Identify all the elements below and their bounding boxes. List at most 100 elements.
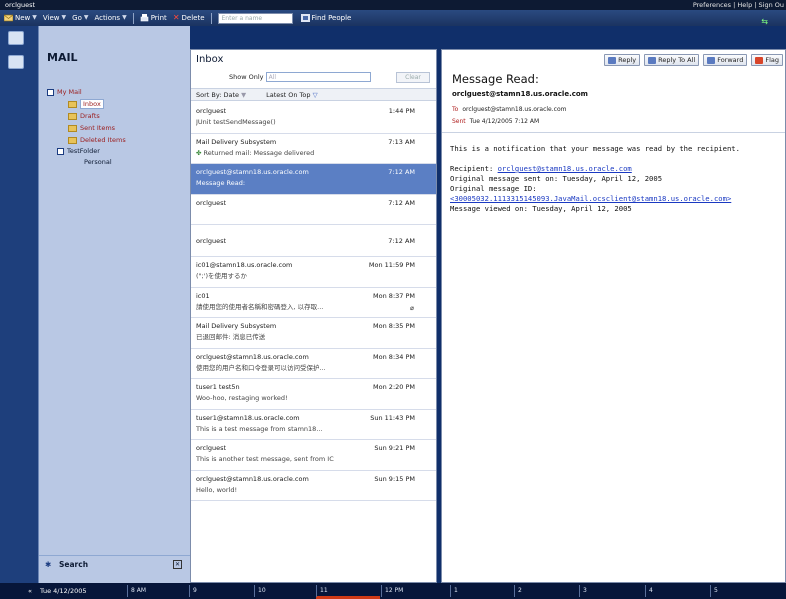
sort-label: Sort By: Date — [196, 91, 240, 99]
new-label: New — [15, 14, 31, 22]
folder-inbox-label: Inbox — [80, 99, 104, 109]
message-to-line: To orclguest@stamn18.us.oracle.com — [452, 106, 566, 113]
message-row[interactable]: Mail Delivery Subsystem Mon 8:35 PM 已退回邮件:… — [191, 318, 436, 349]
message-subject: Woo-hoo, restaging worked! — [196, 394, 288, 402]
forward-button[interactable]: Forward — [703, 54, 748, 66]
timeline-hour[interactable]: 10 — [254, 585, 315, 597]
message-row[interactable]: ic01@stamn18.us.oracle.com Mon 11:59 PM ("… — [191, 257, 436, 288]
mail-app-icon[interactable] — [8, 31, 24, 45]
message-row[interactable]: Mail Delivery Subsystem 7:13 AM ✤ Returned… — [191, 134, 436, 164]
message-subject: Message Read: — [196, 179, 246, 187]
find-people-button[interactable]: Find People — [300, 10, 352, 26]
flag-label: Flag — [765, 56, 779, 64]
flag-button[interactable]: Flag — [751, 54, 783, 66]
new-mail-icon — [4, 14, 13, 22]
toolbar-divider — [132, 12, 134, 24]
reply-button[interactable]: Reply — [604, 54, 641, 66]
print-button[interactable]: Print — [140, 10, 167, 26]
recipient-link[interactable]: orclguest@stamn18.us.oracle.com — [498, 164, 632, 173]
chevron-down-icon: ▼ — [83, 14, 89, 21]
collapse-search-icon[interactable]: ✕ — [173, 560, 182, 569]
reply-label: Reply — [618, 56, 637, 64]
header-divider — [442, 132, 785, 133]
delete-label: Delete — [181, 14, 205, 22]
to-label: To — [452, 106, 459, 113]
returned-mail-icon: ✤ — [196, 148, 202, 157]
message-row[interactable]: tuser1@stamn18.us.oracle.com Sun 11:43 PM… — [191, 410, 436, 440]
message-subject-wrap: ✤ Returned mail: Message delivered — [196, 148, 431, 159]
folder-drafts-label: Drafts — [80, 112, 100, 120]
message-subject: This is another test message, sent from … — [196, 455, 334, 463]
sort-arrow-icon: ▽ — [312, 91, 318, 99]
timeline-date[interactable]: Tue 4/12/2005 — [40, 583, 87, 599]
show-only-input[interactable]: All — [265, 72, 371, 82]
message-row[interactable]: ic01 Mon 8:37 PM 請使用您的使用者名稱和密碼登入, 以存取... ⌀ — [191, 288, 436, 318]
message-row[interactable]: orclguest 1:44 PM JUnit testSendMessage() — [191, 103, 436, 134]
timeline-hour[interactable]: 1 — [450, 585, 513, 597]
latest-on-top[interactable]: Latest On Top ▽ — [266, 89, 318, 100]
delete-button[interactable]: ✕ Delete — [173, 10, 205, 26]
timeline-hour[interactable]: 4 — [645, 585, 709, 597]
sent-value: Tue 4/12/2005 7:12 AM — [469, 118, 540, 125]
tree-my-mail[interactable]: My Mail — [39, 87, 190, 98]
view-label: View — [42, 14, 60, 22]
message-row[interactable]: orclguest 7:12 AM — [191, 195, 436, 225]
message-row[interactable]: orclguest 7:12 AM — [191, 225, 436, 257]
name-input[interactable]: Enter a name — [217, 12, 293, 24]
message-sent-line: Sent Tue 4/12/2005 7:12 AM — [452, 118, 539, 125]
timeline-back-icon[interactable]: « — [28, 583, 32, 599]
mail-title: MAIL — [47, 51, 78, 64]
new-button[interactable]: New ▼ — [4, 10, 37, 26]
message-subject: 請使用您的使用者名稱和密碼登入, 以存取... — [196, 302, 324, 311]
go-menu[interactable]: Go ▼ — [72, 10, 88, 26]
message-subject-heading: Message Read: — [452, 72, 539, 86]
folder-sent[interactable]: Sent Items — [39, 123, 190, 134]
timeline-hour[interactable]: 9 — [189, 585, 252, 597]
timeline-hour[interactable]: 5 — [710, 585, 780, 597]
message-sender[interactable]: orclguest@stamn18.us.oracle.com — [452, 90, 588, 98]
timeline-hour[interactable]: 3 — [579, 585, 644, 597]
sent-folder-icon — [68, 124, 77, 132]
delete-icon: ✕ — [172, 13, 180, 22]
folder-inbox[interactable]: Inbox — [39, 99, 190, 110]
message-subject: 使用您的用户名和口令登录可以访问受保护... — [196, 363, 326, 372]
reply-all-button[interactable]: Reply To All — [644, 54, 700, 66]
timeline-hour[interactable]: 12 PM — [381, 585, 448, 597]
to-value[interactable]: orclguest@stamn18.us.oracle.com — [462, 106, 566, 113]
timeline-hour[interactable]: 2 — [514, 585, 578, 597]
flag-icon — [755, 56, 764, 64]
sort-by-date[interactable]: Sort By: Date ▼ — [196, 89, 246, 100]
top-links[interactable]: Preferences | Help | Sign Ou — [693, 0, 784, 10]
original-id-link[interactable]: <30005032.1113315145093.JavaMail.ocsclie… — [450, 194, 731, 203]
message-row[interactable]: orclguest@stamn18.us.oracle.com Sun 9:15 … — [191, 471, 436, 501]
clear-button[interactable]: Clear — [396, 72, 430, 83]
chevron-down-icon: ▼ — [32, 14, 37, 21]
timeline-hour[interactable]: 8 AM — [127, 585, 188, 597]
chevron-down-icon: ▼ — [241, 91, 247, 99]
collapse-icon[interactable] — [47, 88, 54, 96]
message-date: Mon 8:35 PM — [373, 322, 415, 330]
body-intro: This is a notification that your message… — [450, 144, 740, 153]
latest-label: Latest On Top — [266, 91, 311, 99]
collapse-icon[interactable] — [57, 147, 64, 155]
contacts-app-icon[interactable] — [8, 55, 24, 69]
actions-menu[interactable]: Actions ▼ — [95, 10, 127, 26]
viewed-on: Message viewed on: Tuesday, April 12, 20… — [450, 204, 632, 213]
timeline-hour[interactable]: 11 — [316, 585, 380, 597]
top-bar: orclguest Preferences | Help | Sign Ou — [0, 0, 786, 10]
message-row[interactable]: orclguest Sun 9:21 PM This is another test… — [191, 440, 436, 471]
search-panel-header[interactable]: ✱ Search ✕ — [39, 555, 190, 573]
drafts-folder-icon — [68, 112, 77, 120]
tree-test-folder[interactable]: TestFolder — [39, 146, 190, 157]
message-row[interactable]: tuser1 test5n Mon 2:20 PM Woo-hoo, restagi… — [191, 379, 436, 410]
message-row[interactable]: orclguest@stamn18.us.oracle.com Mon 8:34 … — [191, 349, 436, 379]
view-menu[interactable]: View ▼ — [43, 10, 66, 26]
reading-toolbar: Reply Reply To All Forward Flag — [604, 54, 783, 66]
tree-personal[interactable]: Personal — [39, 157, 190, 168]
folder-drafts[interactable]: Drafts — [39, 111, 190, 122]
message-row-selected[interactable]: orclguest@stamn18.us.oracle.com 7:12 AM Me… — [191, 164, 436, 195]
find-people-label: Find People — [311, 14, 352, 22]
message-subject: Returned mail: Message delivered — [203, 148, 315, 157]
folder-deleted[interactable]: Deleted Items — [39, 135, 190, 146]
forward-icon — [707, 56, 716, 64]
